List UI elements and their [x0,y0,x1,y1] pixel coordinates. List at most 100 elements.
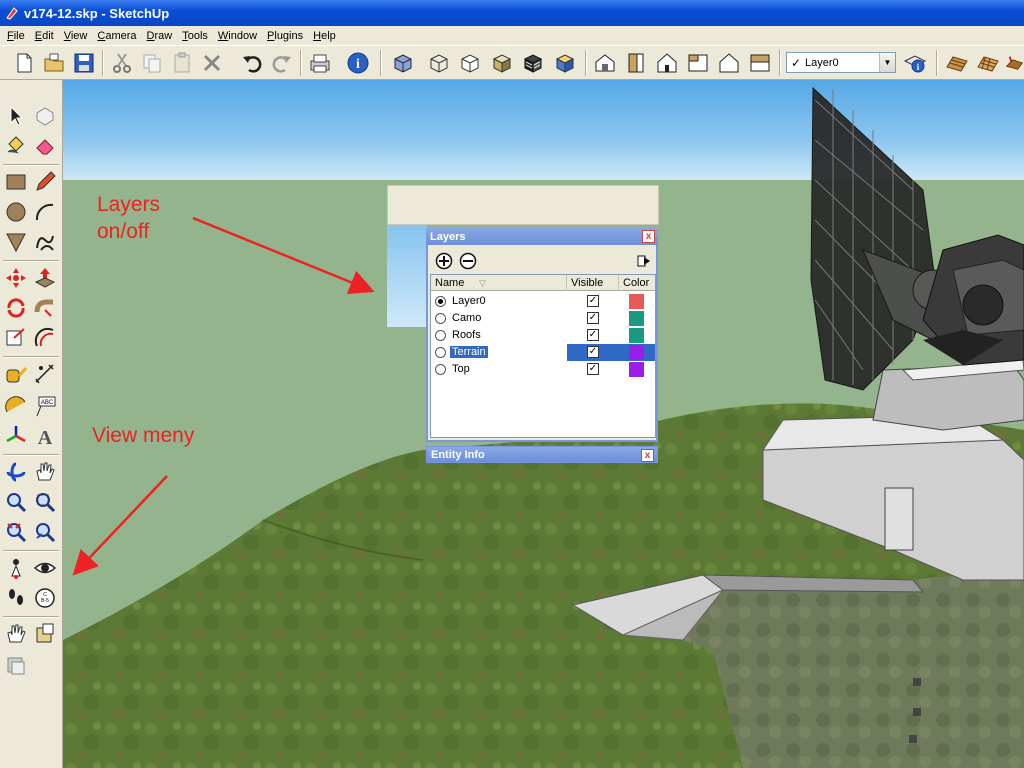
active-layer-radio[interactable] [435,313,446,324]
iso-view-icon[interactable] [591,49,618,76]
entity-info-titlebar[interactable]: Entity Info x [426,446,658,463]
menu-edit[interactable]: Edit [30,30,59,42]
front-view-icon[interactable] [653,49,680,76]
menu-camera[interactable]: Camera [92,30,141,42]
section-plane-icon[interactable]: C B-5 [31,584,59,612]
top-view-icon[interactable] [622,49,649,76]
menu-draw[interactable]: Draw [142,30,178,42]
undo-icon[interactable] [238,49,265,76]
polygon-tool-icon[interactable] [2,228,30,256]
menu-view[interactable]: View [59,30,93,42]
model-info-icon[interactable]: i [344,49,371,76]
sandbox-smoove-icon[interactable] [1005,49,1024,76]
monochrome-style-icon[interactable] [551,49,578,76]
details-arrow-icon[interactable] [634,251,654,271]
component-options-icon[interactable] [2,652,30,680]
active-layer-radio[interactable] [435,364,446,375]
freehand-tool-icon[interactable] [31,228,59,256]
menu-help[interactable]: Help [308,30,341,42]
shaded-style-icon[interactable] [488,49,515,76]
position-camera-icon[interactable] [2,554,30,582]
layer-row[interactable]: Layer0 ✓ [431,293,655,310]
active-layer-radio[interactable] [435,296,446,307]
visible-checkbox[interactable]: ✓ [587,295,599,307]
close-icon[interactable]: x [642,230,655,243]
interact-hand-icon[interactable] [2,620,30,648]
delete-layer-icon[interactable] [458,251,478,271]
push-pull-tool-icon[interactable] [31,264,59,292]
layer-row[interactable]: Top ✓ [431,361,655,378]
layers-dialog-titlebar[interactable]: Layers x [426,228,658,245]
layer-color-swatch[interactable] [629,362,644,377]
layer-row[interactable]: Camo ✓ [431,310,655,327]
offset-tool-icon[interactable] [31,324,59,352]
layer-row[interactable]: Roofs ✓ [431,327,655,344]
orbit-tool-icon[interactable] [2,458,30,486]
tape-measure-icon[interactable] [2,360,30,388]
zoom-window-icon[interactable] [31,488,59,516]
layer-dropdown[interactable]: ✓ Layer0 ▼ [786,52,896,73]
erase-x-icon[interactable] [198,49,225,76]
follow-me-tool-icon[interactable] [31,294,59,322]
save-icon[interactable] [70,49,97,76]
left-view-icon[interactable] [746,49,773,76]
axes-tool-icon[interactable] [2,422,30,450]
layer-manager-icon[interactable]: i [901,49,928,76]
sandbox-contours-icon[interactable] [943,49,970,76]
layer-color-swatch[interactable] [629,328,644,343]
right-view-icon[interactable] [684,49,711,76]
text-label-tool-icon[interactable]: ABC [31,392,59,420]
visible-checkbox[interactable]: ✓ [587,312,599,324]
eraser-icon[interactable] [31,132,59,160]
rotate-tool-icon[interactable] [2,294,30,322]
previous-view-icon[interactable] [31,518,59,546]
redo-icon[interactable] [268,49,295,76]
select-tool-icon[interactable] [2,102,30,130]
visible-checkbox[interactable]: ✓ [587,329,599,341]
layer-color-swatch[interactable] [629,294,644,309]
pencil-line-tool-icon[interactable] [31,168,59,196]
menu-window[interactable]: Window [213,30,262,42]
zoom-extents-icon[interactable] [2,518,30,546]
layer-color-swatch[interactable] [629,345,644,360]
layer-color-swatch[interactable] [629,311,644,326]
menu-plugins[interactable]: Plugins [262,30,308,42]
protractor-icon[interactable] [2,392,30,420]
visible-checkbox[interactable]: ✓ [587,363,599,375]
print-icon[interactable] [306,49,333,76]
shaded-textures-style-icon[interactable] [519,49,546,76]
close-icon[interactable]: x [641,449,654,462]
dynamic-component-icon[interactable] [31,620,59,648]
look-around-eye-icon[interactable] [31,554,59,582]
column-name-header[interactable]: Name ▽ [431,275,567,291]
menu-file[interactable]: File [2,30,30,42]
cut-icon[interactable] [108,49,135,76]
layer-row-selected[interactable]: Terrain ✓ [431,344,655,361]
move-tool-icon[interactable] [2,264,30,292]
copy-icon[interactable] [138,49,165,76]
xray-style-icon[interactable] [389,49,416,76]
walk-footprints-icon[interactable] [2,584,30,612]
chevron-down-icon[interactable]: ▼ [879,53,895,72]
3d-text-tool-icon[interactable]: A [31,422,59,450]
active-layer-radio[interactable] [435,330,446,341]
circle-tool-icon[interactable] [2,198,30,226]
pan-hand-icon[interactable] [31,458,59,486]
new-file-icon[interactable] [10,49,37,76]
make-component-icon[interactable] [31,102,59,130]
zoom-tool-icon[interactable] [2,488,30,516]
sandbox-scratch-icon[interactable] [974,49,1001,76]
arc-tool-icon[interactable] [31,198,59,226]
active-layer-radio[interactable] [435,347,446,358]
open-folder-icon[interactable] [40,49,67,76]
wireframe-style-icon[interactable] [425,49,452,76]
paste-icon[interactable] [168,49,195,76]
column-visible-header[interactable]: Visible [567,275,619,291]
rectangle-tool-icon[interactable] [2,168,30,196]
paint-bucket-icon[interactable] [2,132,30,160]
column-color-header[interactable]: Color [619,275,655,291]
hidden-line-style-icon[interactable] [456,49,483,76]
scale-tool-icon[interactable] [2,324,30,352]
dimension-tool-icon[interactable] [31,360,59,388]
visible-checkbox[interactable]: ✓ [587,346,599,358]
